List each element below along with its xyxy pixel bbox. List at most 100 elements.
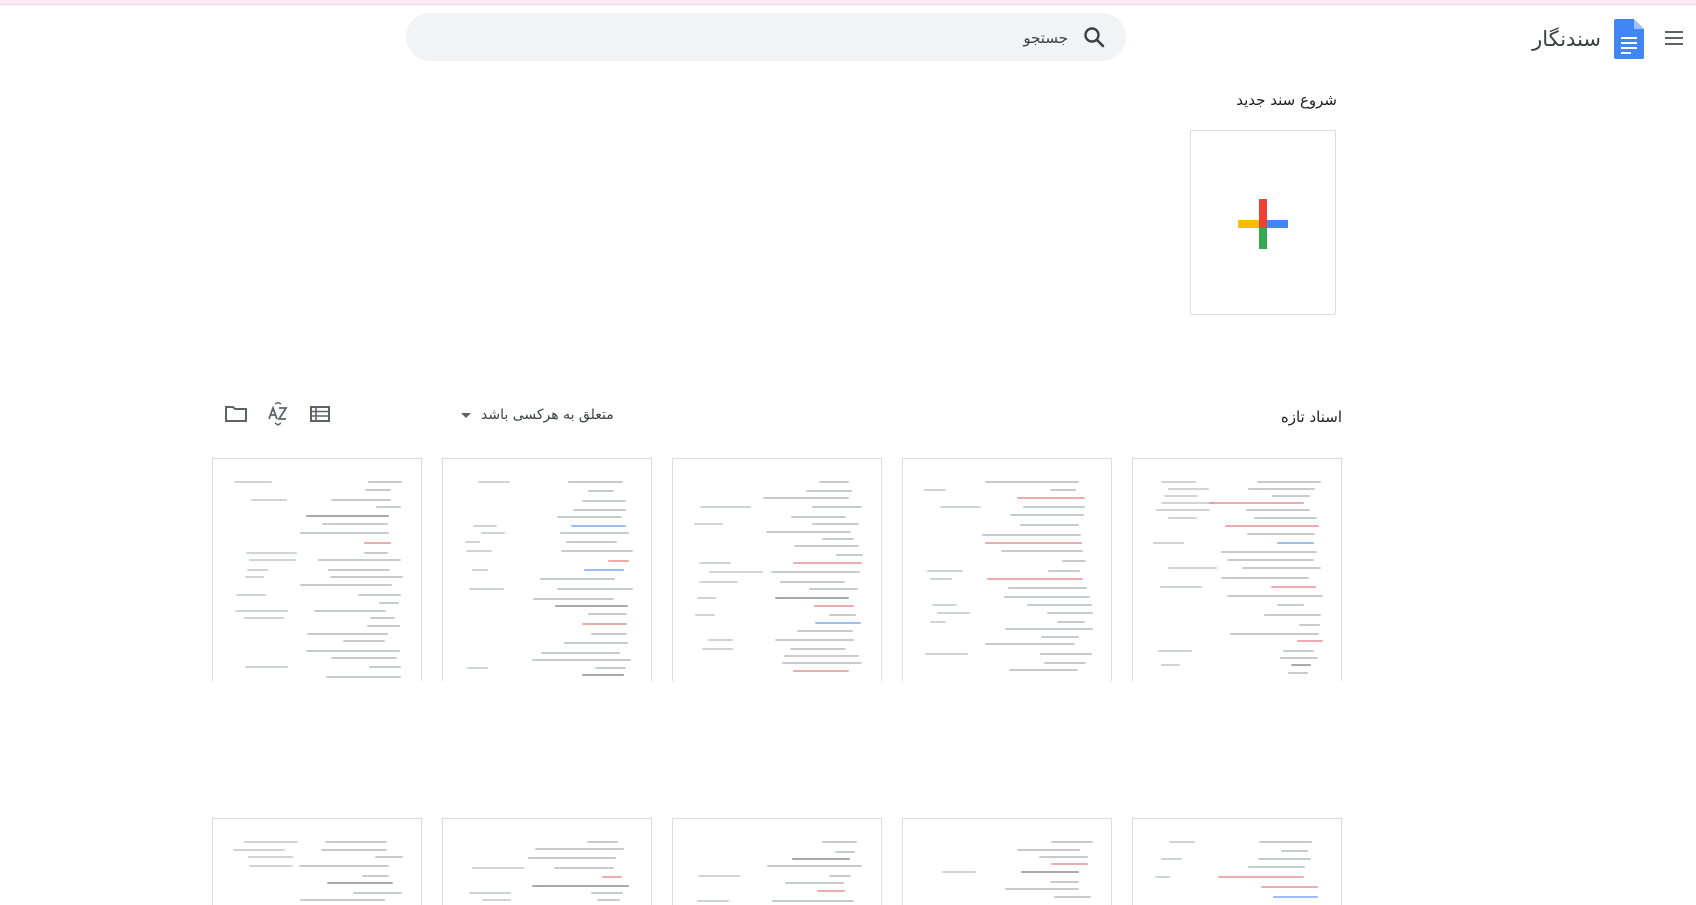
thumbnail-text-line [1218,876,1304,878]
thumbnail-text-line [472,569,488,571]
thumbnail-text-line [532,885,629,887]
owner-filter-dropdown[interactable]: متعلق به هرکسی باشد [461,403,614,427]
search-icon[interactable] [1082,25,1106,49]
thumbnail-text-line [1048,570,1080,572]
thumbnail-text-line [364,542,391,544]
thumbnail-text-line [588,613,627,615]
document-thumbnail[interactable] [442,818,652,905]
document-thumbnail[interactable] [1132,818,1342,905]
thumbnail-text-line [235,610,288,612]
thumbnail-text-line [812,523,859,525]
thumbnail-text-line [699,581,738,583]
thumbnail-text-line [557,588,633,590]
thumbnail-text-line [1023,506,1085,508]
thumbnail-text-line [1168,567,1217,569]
thumbnail-text-line [554,867,614,869]
thumbnail-text-line [1050,489,1076,491]
thumbnail-text-line [766,531,851,533]
folder-icon[interactable] [224,402,248,426]
thumbnail-text-line [591,892,623,894]
thumbnail-text-line [815,622,861,624]
thumbnail-text-line [234,481,272,483]
thumbnail-text-line [482,899,511,901]
thumbnail-text-line [367,625,400,627]
thumbnail-text-line [602,876,622,878]
thumbnail-text-line [555,605,628,607]
thumbnail-text-line [785,882,844,884]
thumbnail-text-line [314,610,386,612]
thumbnail-text-line [1161,664,1180,666]
thumbnail-text-line [1297,640,1323,642]
thumbnail-text-line [1258,858,1311,860]
thumbnail-text-line [571,525,626,527]
thumbnail-text-line [561,550,633,552]
plus-icon [1238,199,1288,249]
thumbnail-text-line [924,489,946,491]
search-input[interactable] [466,23,1070,53]
thumbnail-text-line [835,851,855,853]
document-thumbnail[interactable] [212,818,422,905]
thumbnail-text-line [699,562,731,564]
thumbnail-text-line [331,499,391,501]
docs-logo-icon[interactable] [1614,19,1644,59]
thumbnail-text-line [244,841,298,843]
thumbnail-text-line [1259,841,1312,843]
document-thumbnail[interactable] [902,458,1112,681]
thumbnail-text-line [1230,633,1319,635]
thumbnail-text-line [1041,636,1079,638]
document-thumbnail[interactable] [672,458,882,681]
thumbnail-text-line [985,542,1082,544]
thumbnail-text-line [343,640,385,642]
thumbnail-text-line [1054,896,1091,898]
thumbnail-text-line [481,532,505,534]
thumbnail-text-line [763,497,849,499]
new-document-heading: شروع سند جدید [1236,91,1337,109]
thumbnail-text-line [812,506,862,508]
thumbnail-text-line [587,841,618,843]
thumbnail-text-line [932,604,957,606]
thumbnail-text-line [1246,509,1310,511]
menu-icon[interactable] [1662,27,1686,51]
thumbnail-text-line [797,630,853,632]
search-bar[interactable] [406,13,1126,61]
app-title[interactable]: سندنگار [1532,27,1601,51]
thumbnail-text-line [467,667,488,669]
document-thumbnail[interactable] [902,818,1112,905]
document-thumbnail[interactable] [672,818,882,905]
thumbnail-text-line [1010,514,1084,516]
thumbnail-text-line [1158,650,1192,652]
thumbnail-text-line [249,559,296,561]
thumbnail-text-line [608,560,629,562]
thumbnail-text-line [1271,586,1316,588]
thumbnail-text-line [1221,577,1309,579]
thumbnail-text-line [466,550,492,552]
blank-document-button[interactable] [1190,130,1336,315]
thumbnail-text-line [573,509,626,511]
thumbnail-text-line [1254,517,1317,519]
thumbnail-text-line [1161,502,1214,504]
thumbnail-text-line [793,562,862,564]
thumbnail-text-line [560,532,629,534]
sort-az-icon[interactable] [266,402,290,426]
document-thumbnail[interactable] [212,458,422,681]
thumbnail-text-line [1005,888,1079,890]
thumbnail-text-line [694,523,723,525]
thumbnail-text-line [1009,669,1078,671]
thumbnail-text-line [327,882,393,884]
thumbnail-text-line [307,633,388,635]
thumbnail-text-line [322,523,388,525]
thumbnail-text-line [1299,624,1320,626]
document-thumbnail[interactable] [442,458,652,681]
document-thumbnail[interactable] [1132,458,1342,681]
thumbnail-text-line [1004,596,1090,598]
thumbnail-text-line [375,856,403,858]
thumbnail-text-line [533,598,614,600]
thumbnail-text-line [306,515,389,517]
thumbnail-text-line [985,643,1075,645]
thumbnail-text-line [709,571,763,573]
list-view-icon[interactable] [308,402,332,426]
thumbnail-text-line [251,499,287,501]
thumbnail-text-line [535,848,624,850]
thumbnail-text-line [465,541,480,543]
thumbnail-text-line [233,849,285,851]
